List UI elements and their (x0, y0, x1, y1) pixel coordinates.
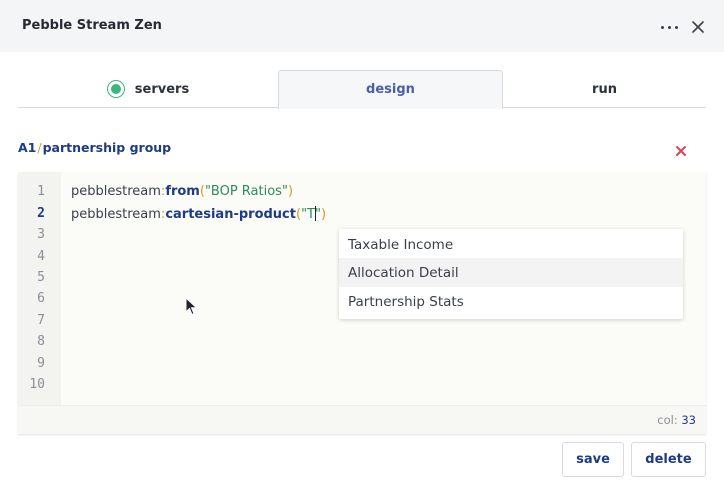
line-number: 5 (37, 270, 45, 285)
line-number: 1 (37, 184, 45, 199)
column-label: col: (657, 413, 678, 427)
remove-button[interactable] (673, 143, 689, 159)
tab-design[interactable]: design (278, 70, 503, 109)
namespace-token: pebblestream (71, 207, 161, 222)
function-token: cartesian-product (165, 207, 296, 222)
line-number: 10 (29, 377, 45, 392)
namespace-token: pebblestream (71, 184, 161, 199)
breadcrumb: A1/partnership group (18, 140, 171, 155)
string-token: "BOP Ratios" (204, 184, 288, 199)
tab-run[interactable]: run (503, 70, 706, 108)
tab-run-label: run (592, 81, 617, 97)
code-line-2[interactable]: pebblestream:cartesian-product("T") (71, 206, 326, 222)
editor-status-bar: col: 33 (18, 405, 706, 434)
line-number: 8 (37, 334, 45, 349)
more-options-icon-dot (674, 25, 678, 29)
tab-servers[interactable]: servers (18, 70, 278, 108)
line-number: 7 (37, 313, 45, 328)
paren-close-token: ) (287, 184, 294, 199)
string-token: "T (301, 207, 315, 222)
more-options-button[interactable] (656, 16, 682, 38)
status-radio-icon (106, 80, 125, 98)
autocomplete-dropdown: Taxable Income Allocation Detail Partner… (339, 229, 683, 319)
paren-close-token: ) (320, 207, 327, 222)
line-number: 4 (37, 249, 45, 264)
line-number: 6 (37, 291, 45, 306)
function-token: from (165, 184, 200, 199)
save-button[interactable]: save (562, 442, 624, 477)
autocomplete-item[interactable]: Partnership Stats (339, 287, 683, 316)
code-line-1[interactable]: pebblestream:from("BOP Ratios") (71, 184, 293, 199)
close-icon (692, 21, 704, 33)
close-button[interactable] (688, 17, 708, 37)
breadcrumb-separator: / (37, 140, 42, 155)
column-value: 33 (681, 413, 696, 427)
more-options-icon-dot (667, 25, 671, 29)
delete-button[interactable]: delete (631, 442, 706, 477)
more-options-icon (660, 25, 664, 29)
mouse-pointer-icon (185, 297, 198, 316)
tab-bar: servers design run (18, 70, 706, 109)
line-gutter: 1 2 3 4 5 6 7 8 9 10 (18, 172, 61, 405)
line-number: 9 (37, 356, 45, 371)
breadcrumb-part1[interactable]: A1 (18, 140, 36, 155)
autocomplete-item[interactable]: Taxable Income (339, 230, 683, 259)
window-title: Pebble Stream Zen (22, 18, 162, 33)
column-indicator: col: 33 (657, 413, 696, 427)
tab-design-label: design (366, 82, 415, 97)
line-number: 3 (37, 227, 45, 242)
line-number-active: 2 (37, 206, 45, 221)
autocomplete-item-hovered[interactable]: Allocation Detail (339, 258, 683, 287)
title-bar: Pebble Stream Zen (0, 0, 724, 52)
remove-x-icon (676, 146, 686, 156)
breadcrumb-part2[interactable]: partnership group (43, 140, 172, 155)
tab-servers-label: servers (134, 81, 190, 97)
